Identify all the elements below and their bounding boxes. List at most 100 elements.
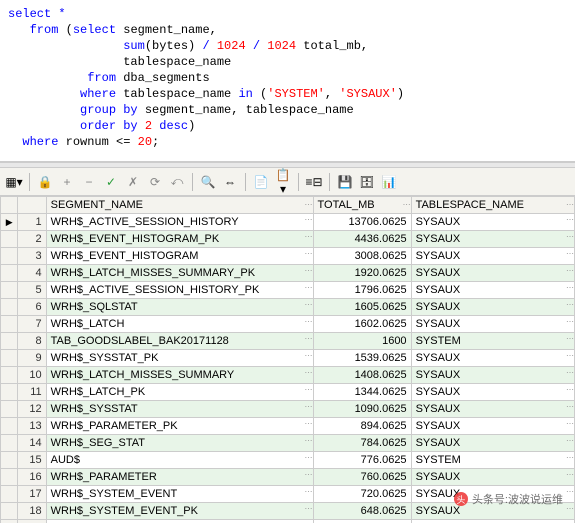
nav-button[interactable]: ⇔ <box>220 172 240 192</box>
cell-total-mb[interactable]: 894.0625 <box>313 418 411 435</box>
cell-segment-name[interactable]: WRH$_PARAMETER_PK⋯ <box>46 418 313 435</box>
cell-tablespace-name[interactable]: SYSAUX⋯ <box>411 265 574 282</box>
chart-button[interactable]: 📊 <box>379 172 399 192</box>
cell-tablespace-name[interactable]: SYSAUX⋯ <box>411 214 574 231</box>
cell-ellipsis-icon[interactable]: ⋯ <box>305 436 312 445</box>
cell-total-mb[interactable]: 1344.0625 <box>313 384 411 401</box>
cell-tablespace-name[interactable]: SYSAUX⋯ <box>411 418 574 435</box>
cell-total-mb[interactable]: 776.0625 <box>313 452 411 469</box>
cell-total-mb[interactable]: 1408.0625 <box>313 367 411 384</box>
cell-segment-name[interactable]: WRH$_SYSSTAT⋯ <box>46 401 313 418</box>
cell-ellipsis-icon[interactable]: ⋯ <box>305 470 312 479</box>
cell-ellipsis-icon[interactable]: ⋯ <box>305 215 312 224</box>
cell-segment-name[interactable]: WRH$_ACTIVE_SESSION_HISTORY⋯ <box>46 214 313 231</box>
table-row[interactable]: 8TAB_GOODSLABEL_BAK20171128⋯1600SYSTEM⋯ <box>1 333 575 350</box>
cell-ellipsis-icon[interactable]: ⋯ <box>566 266 573 275</box>
clipboard-button[interactable]: 📋▾ <box>273 172 293 192</box>
cell-segment-name[interactable]: WRH$_ACTIVE_SESSION_HISTORY_PK⋯ <box>46 282 313 299</box>
sql-line[interactable]: select * <box>8 6 567 22</box>
cell-segment-name[interactable]: TAB_GOODSLABEL_BAK20171128⋯ <box>46 333 313 350</box>
undo-button[interactable]: ⤺ <box>167 172 187 192</box>
cell-segment-name[interactable]: AUD$⋯ <box>46 452 313 469</box>
cell-tablespace-name[interactable]: SYSAUX⋯ <box>411 282 574 299</box>
db-button[interactable]: 🗄 <box>357 172 377 192</box>
table-row[interactable]: 6WRH$_SQLSTAT⋯1605.0625SYSAUX⋯ <box>1 299 575 316</box>
cell-segment-name[interactable]: WRH$_SERVICE_STAT_PK⋯ <box>46 520 313 523</box>
structure-button[interactable]: ≡⊟ <box>304 172 324 192</box>
commit-button[interactable]: ✓ <box>101 172 121 192</box>
table-row[interactable]: 16WRH$_PARAMETER⋯760.0625SYSAUX⋯ <box>1 469 575 486</box>
cell-segment-name[interactable]: WRH$_EVENT_HISTOGRAM⋯ <box>46 248 313 265</box>
cell-ellipsis-icon[interactable]: ⋯ <box>566 453 573 462</box>
cell-tablespace-name[interactable]: SYSAUX⋯ <box>411 231 574 248</box>
cell-ellipsis-icon[interactable]: ⋯ <box>566 470 573 479</box>
cell-ellipsis-icon[interactable]: ⋯ <box>566 436 573 445</box>
sql-line[interactable]: from dba_segments <box>8 70 567 86</box>
cell-ellipsis-icon[interactable]: ⋯ <box>566 334 573 343</box>
sql-line[interactable]: order by 2 desc) <box>8 118 567 134</box>
cell-ellipsis-icon[interactable]: ⋯ <box>566 351 573 360</box>
table-row[interactable]: 12WRH$_SYSSTAT⋯1090.0625SYSAUX⋯ <box>1 401 575 418</box>
cell-ellipsis-icon[interactable]: ⋯ <box>305 334 312 343</box>
cell-segment-name[interactable]: WRH$_LATCH_MISSES_SUMMARY_PK⋯ <box>46 265 313 282</box>
cell-ellipsis-icon[interactable]: ⋯ <box>566 385 573 394</box>
cell-total-mb[interactable]: 3008.0625 <box>313 248 411 265</box>
cell-segment-name[interactable]: WRH$_LATCH⋯ <box>46 316 313 333</box>
cell-segment-name[interactable]: WRH$_LATCH_PK⋯ <box>46 384 313 401</box>
cell-ellipsis-icon[interactable]: ⋯ <box>305 300 312 309</box>
cell-tablespace-name[interactable]: SYSAUX⋯ <box>411 469 574 486</box>
table-row[interactable]: 19WRH$_SERVICE_STAT_PK⋯416.0625SYSAUX⋯ <box>1 520 575 523</box>
cell-ellipsis-icon[interactable]: ⋯ <box>566 232 573 241</box>
cell-tablespace-name[interactable]: SYSTEM⋯ <box>411 452 574 469</box>
cell-ellipsis-icon[interactable]: ⋯ <box>566 283 573 292</box>
cell-segment-name[interactable]: WRH$_EVENT_HISTOGRAM_PK⋯ <box>46 231 313 248</box>
col-header-tablespace-name[interactable]: TABLESPACE_NAME⋯ <box>411 197 574 214</box>
cell-tablespace-name[interactable]: SYSAUX⋯ <box>411 367 574 384</box>
cell-ellipsis-icon[interactable]: ⋯ <box>305 402 312 411</box>
add-row-button[interactable]: + <box>57 172 77 192</box>
copy-button[interactable]: 📄 <box>251 172 271 192</box>
table-row[interactable]: 3WRH$_EVENT_HISTOGRAM⋯3008.0625SYSAUX⋯ <box>1 248 575 265</box>
table-row[interactable]: 13WRH$_PARAMETER_PK⋯894.0625SYSAUX⋯ <box>1 418 575 435</box>
table-row[interactable]: 4WRH$_LATCH_MISSES_SUMMARY_PK⋯1920.0625S… <box>1 265 575 282</box>
cell-ellipsis-icon[interactable]: ⋯ <box>305 317 312 326</box>
sql-line[interactable]: group by segment_name, tablespace_name <box>8 102 567 118</box>
cell-ellipsis-icon[interactable]: ⋯ <box>305 283 312 292</box>
table-row[interactable]: ▶1WRH$_ACTIVE_SESSION_HISTORY⋯13706.0625… <box>1 214 575 231</box>
cell-total-mb[interactable]: 1090.0625 <box>313 401 411 418</box>
cell-total-mb[interactable]: 648.0625 <box>313 503 411 520</box>
cell-ellipsis-icon[interactable]: ⋯ <box>566 300 573 309</box>
results-grid[interactable]: SEGMENT_NAME⋯ TOTAL_MB⋯ TABLESPACE_NAME⋯… <box>0 196 575 523</box>
table-row[interactable]: 5WRH$_ACTIVE_SESSION_HISTORY_PK⋯1796.062… <box>1 282 575 299</box>
cell-total-mb[interactable]: 416.0625 <box>313 520 411 523</box>
cell-total-mb[interactable]: 1796.0625 <box>313 282 411 299</box>
cell-ellipsis-icon[interactable]: ⋯ <box>566 215 573 224</box>
cell-total-mb[interactable]: 1602.0625 <box>313 316 411 333</box>
cell-ellipsis-icon[interactable]: ⋯ <box>305 453 312 462</box>
cell-ellipsis-icon[interactable]: ⋯ <box>305 249 312 258</box>
cell-total-mb[interactable]: 760.0625 <box>313 469 411 486</box>
cell-total-mb[interactable]: 1920.0625 <box>313 265 411 282</box>
sql-line[interactable]: sum(bytes) / 1024 / 1024 total_mb, <box>8 38 567 54</box>
grid-options-button[interactable]: ▦▾ <box>4 172 24 192</box>
sql-line[interactable]: from (select segment_name, <box>8 22 567 38</box>
results-grid-wrap[interactable]: SEGMENT_NAME⋯ TOTAL_MB⋯ TABLESPACE_NAME⋯… <box>0 196 575 523</box>
cell-total-mb[interactable]: 784.0625 <box>313 435 411 452</box>
sql-line[interactable]: where rownum <= 20; <box>8 134 567 150</box>
cell-ellipsis-icon[interactable]: ⋯ <box>566 249 573 258</box>
lock-button[interactable]: 🔒 <box>35 172 55 192</box>
cell-total-mb[interactable]: 1605.0625 <box>313 299 411 316</box>
cell-tablespace-name[interactable]: SYSAUX⋯ <box>411 248 574 265</box>
table-row[interactable]: 9WRH$_SYSSTAT_PK⋯1539.0625SYSAUX⋯ <box>1 350 575 367</box>
sql-line[interactable]: tablespace_name <box>8 54 567 70</box>
cell-total-mb[interactable]: 13706.0625 <box>313 214 411 231</box>
cell-total-mb[interactable]: 4436.0625 <box>313 231 411 248</box>
cell-ellipsis-icon[interactable]: ⋯ <box>566 504 573 513</box>
cell-segment-name[interactable]: WRH$_SQLSTAT⋯ <box>46 299 313 316</box>
cell-total-mb[interactable]: 720.0625 <box>313 486 411 503</box>
cell-ellipsis-icon[interactable]: ⋯ <box>566 419 573 428</box>
cell-tablespace-name[interactable]: SYSAUX⋯ <box>411 520 574 523</box>
table-row[interactable]: 14WRH$_SEG_STAT⋯784.0625SYSAUX⋯ <box>1 435 575 452</box>
cell-ellipsis-icon[interactable]: ⋯ <box>305 351 312 360</box>
cell-total-mb[interactable]: 1539.0625 <box>313 350 411 367</box>
